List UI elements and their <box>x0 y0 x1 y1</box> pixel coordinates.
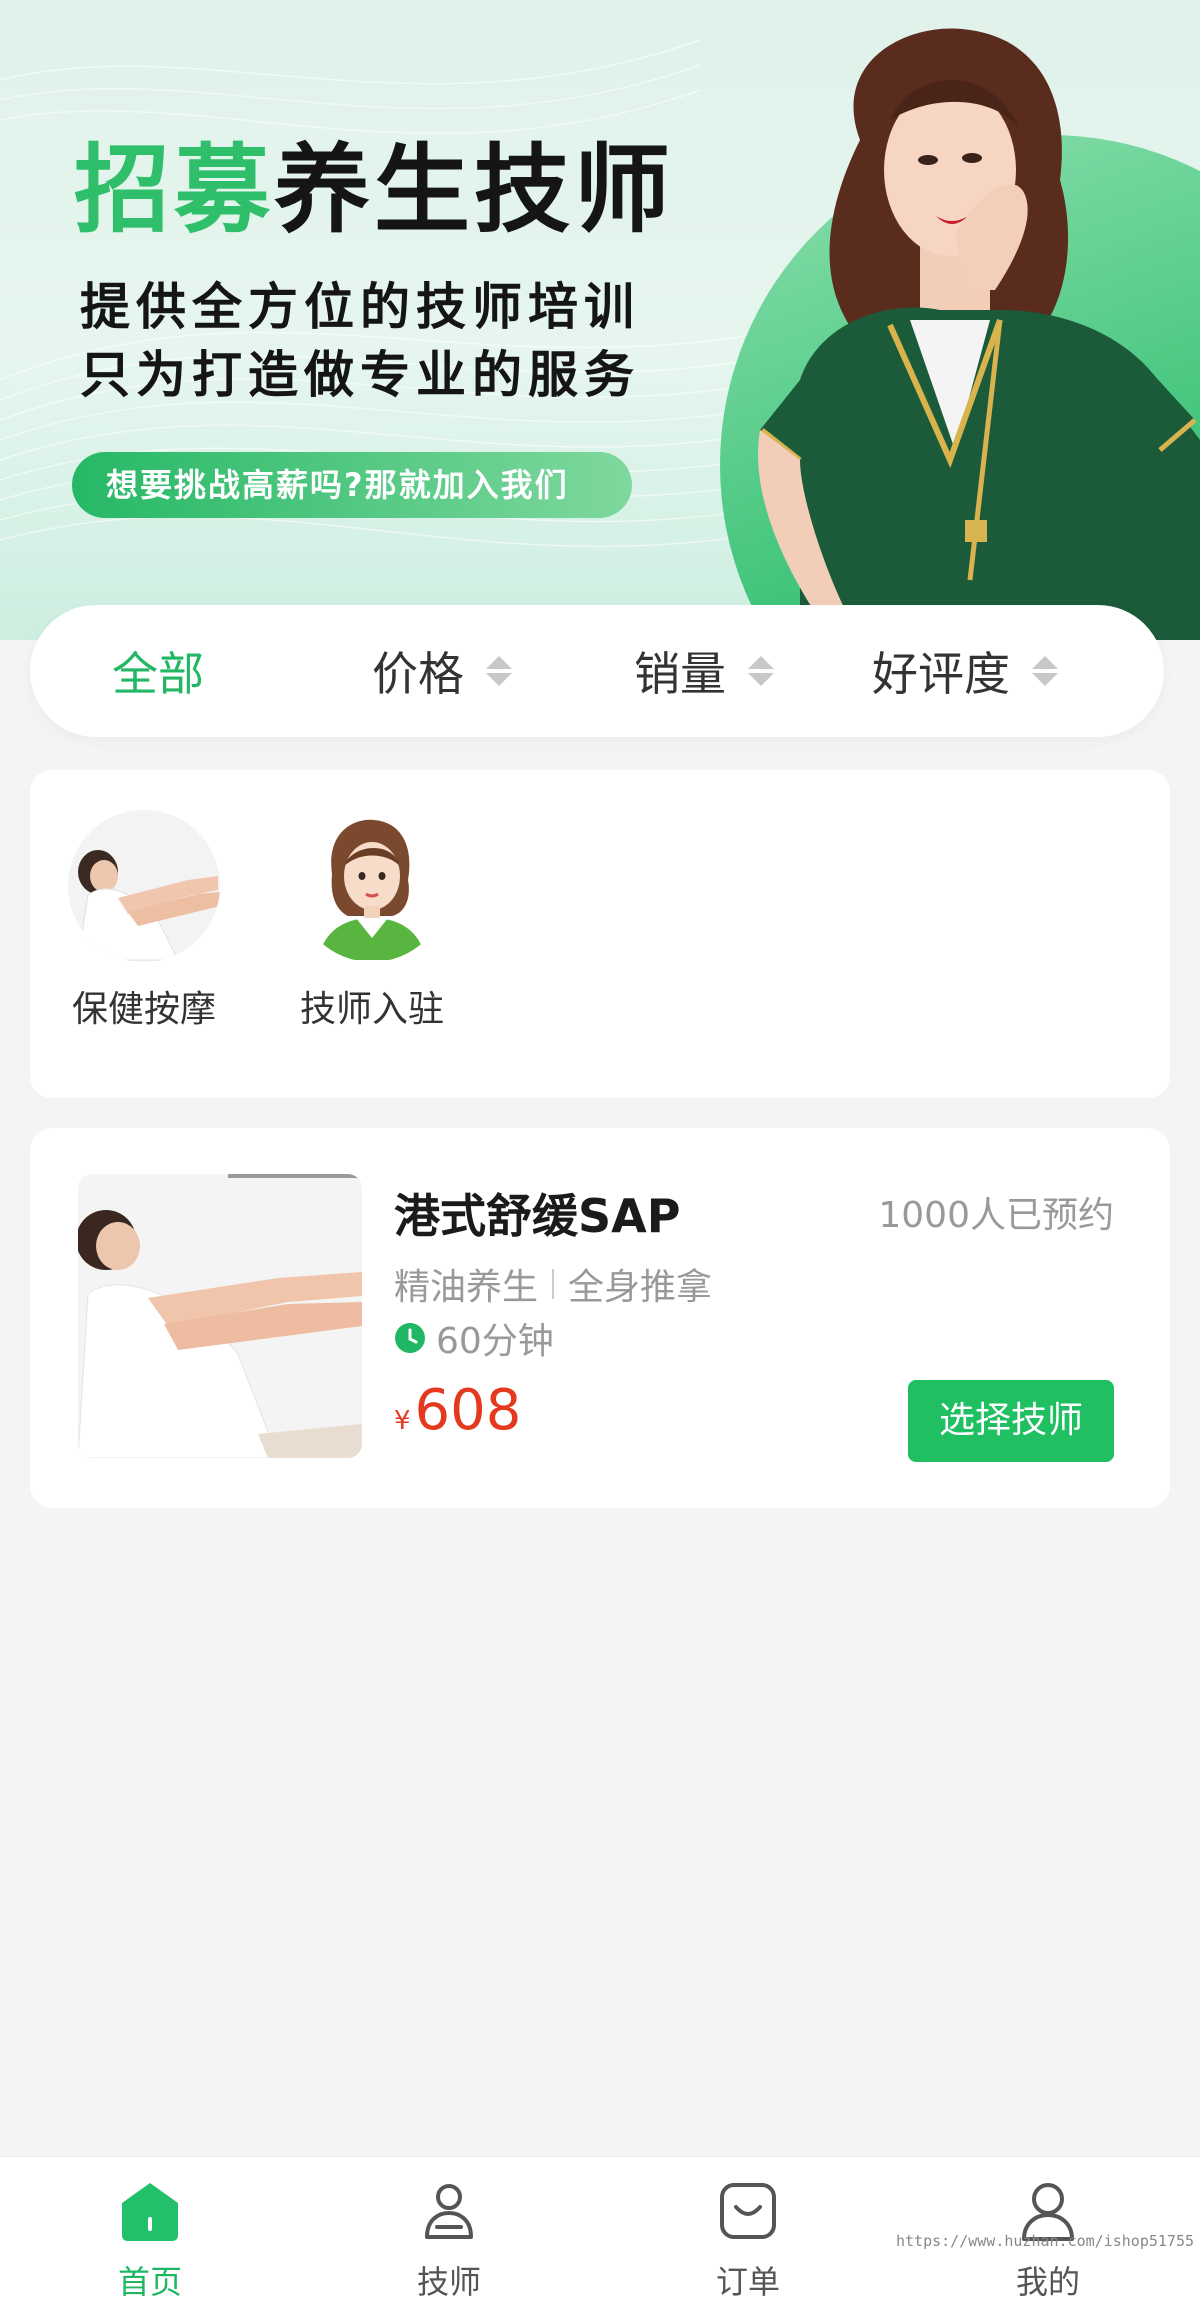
order-icon <box>720 2183 776 2239</box>
service-tag: 全身推拿 <box>568 1267 713 1308</box>
bottom-tab-bar: 首页 技师 订单 我的 https://www.huzhan.com/ishop… <box>0 2156 1200 2310</box>
service-photo <box>78 1174 362 1458</box>
clock-icon <box>395 1323 425 1353</box>
price-value: 608 <box>414 1378 522 1443</box>
service-card[interactable]: 港式舒缓SAP 1000人已预约 精油养生 全身推拿 60分钟 ¥ 608 选择… <box>30 1128 1170 1508</box>
filter-all-label: 全部 <box>112 647 204 701</box>
sort-filter-bar: 全部 价格 销量 好评度 <box>30 605 1164 737</box>
category-join[interactable]: 技师入驻 <box>292 810 452 1032</box>
tag-divider <box>552 1269 555 1299</box>
tab-technician-label: 技师 <box>416 2263 481 2301</box>
banner-join-pill[interactable]: 想要挑战高薪吗?那就加入我们 <box>72 452 632 518</box>
filter-rating[interactable]: 好评度 <box>872 605 1058 737</box>
sort-arrows-icon <box>486 656 512 686</box>
tab-mine-label: 我的 <box>1015 2263 1080 2301</box>
banner-model-image <box>758 28 1200 640</box>
category-massage-label: 保健按摩 <box>71 989 216 1030</box>
service-duration: 60分钟 <box>394 1312 554 1364</box>
filter-price[interactable]: 价格 <box>372 605 512 737</box>
home-icon <box>122 2183 178 2241</box>
tab-orders-label: 订单 <box>715 2263 780 2301</box>
technician-icon <box>425 2184 473 2239</box>
sort-arrows-icon <box>748 656 774 686</box>
service-price: ¥ 608 <box>394 1378 521 1443</box>
recruit-banner[interactable]: 招募养生技师 提供全方位的技师培训 只为打造做专业的服务 想要挑战高薪吗?那就加… <box>0 0 1200 640</box>
filter-sales-label: 销量 <box>634 647 726 701</box>
category-massage[interactable]: 保健按摩 <box>64 810 224 1032</box>
watermark-text: https://www.huzhan.com/ishop51755 <box>895 2232 1194 2250</box>
service-duration-text: 60分钟 <box>436 1321 554 1362</box>
choose-technician-button[interactable]: 选择技师 <box>908 1380 1114 1462</box>
service-tag: 精油养生 <box>394 1267 539 1308</box>
service-name: 港式舒缓SAP <box>394 1189 681 1243</box>
filter-price-label: 价格 <box>372 647 464 701</box>
tab-technician[interactable]: 技师 <box>369 2179 529 2303</box>
category-card: 保健按摩 技师入驻 <box>30 770 1170 1098</box>
sort-arrows-icon <box>1032 656 1058 686</box>
technician-avatar-icon <box>296 810 448 962</box>
banner-title: 招募养生技师 <box>74 134 674 246</box>
filter-rating-label: 好评度 <box>872 647 1010 701</box>
service-booked-count: 1000人已预约 <box>878 1195 1114 1236</box>
massage-photo-icon <box>68 810 220 962</box>
filter-all[interactable]: 全部 <box>112 605 204 737</box>
tab-home[interactable]: 首页 <box>70 2179 230 2303</box>
category-join-label: 技师入驻 <box>299 989 444 1030</box>
service-tags: 精油养生 全身推拿 <box>394 1258 712 1310</box>
tab-orders[interactable]: 订单 <box>668 2179 828 2303</box>
banner-subtitle-1: 提供全方位的技师培训 <box>80 278 640 336</box>
filter-sales[interactable]: 销量 <box>634 605 774 737</box>
price-currency: ¥ <box>394 1406 411 1436</box>
tab-home-label: 首页 <box>117 2263 182 2301</box>
banner-subtitle-2: 只为打造做专业的服务 <box>80 346 640 404</box>
